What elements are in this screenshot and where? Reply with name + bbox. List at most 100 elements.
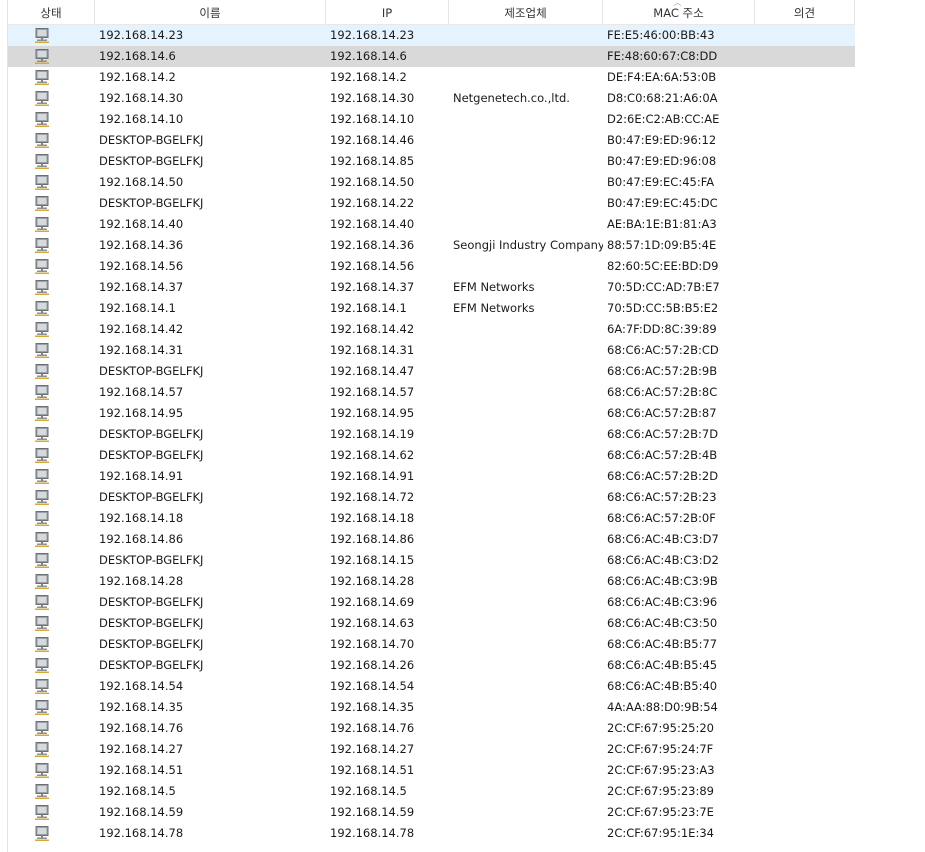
network-computer-icon	[34, 783, 50, 800]
device-row[interactable]: 192.168.14.6 192.168.14.6 FE:48:60:67:C8:D…	[8, 46, 855, 67]
device-row[interactable]: DESKTOP-BGELFKJ 192.168.14.22 B0:47:E9:EC:…	[8, 193, 925, 214]
device-row[interactable]: 192.168.14.18 192.168.14.18 68:C6:AC:57:2B…	[8, 508, 925, 529]
device-mac: D8:C0:68:21:A6:0A	[607, 91, 718, 105]
device-ip: 192.168.14.56	[330, 259, 415, 273]
column-header-status[interactable]: 상태	[8, 0, 95, 24]
device-row[interactable]: 192.168.14.5 192.168.14.5 2C:CF:67:95:23:8…	[8, 781, 925, 802]
device-note	[758, 130, 858, 151]
device-mac: 68:C6:AC:4B:B5:40	[607, 679, 718, 693]
device-row[interactable]: DESKTOP-BGELFKJ 192.168.14.70 68:C6:AC:4B:…	[8, 634, 925, 655]
device-note	[758, 88, 858, 109]
column-header-ip[interactable]: IP	[326, 0, 449, 24]
device-name: 192.168.14.36	[99, 238, 184, 252]
device-name: 192.168.14.42	[99, 322, 184, 336]
network-computer-icon	[34, 69, 50, 86]
network-computer-icon	[34, 384, 50, 401]
device-mac: AE:BA:1E:B1:81:A3	[607, 217, 717, 231]
device-ip: 192.168.14.78	[330, 826, 415, 840]
device-row[interactable]: DESKTOP-BGELFKJ 192.168.14.69 68:C6:AC:4B:…	[8, 592, 925, 613]
device-row[interactable]: DESKTOP-BGELFKJ 192.168.14.47 68:C6:AC:57:…	[8, 361, 925, 382]
device-ip: 192.168.14.40	[330, 217, 415, 231]
device-row[interactable]: DESKTOP-BGELFKJ 192.168.14.19 68:C6:AC:57:…	[8, 424, 925, 445]
device-row[interactable]: 192.168.14.95 192.168.14.95 68:C6:AC:57:2B…	[8, 403, 925, 424]
device-row[interactable]: 192.168.14.36 192.168.14.36 Seongji Indust…	[8, 235, 925, 256]
device-row[interactable]: 192.168.14.91 192.168.14.91 68:C6:AC:57:2B…	[8, 466, 925, 487]
device-note	[758, 613, 858, 634]
device-note	[758, 214, 858, 235]
device-row[interactable]: 192.168.14.51 192.168.14.51 2C:CF:67:95:23…	[8, 760, 925, 781]
network-computer-icon	[34, 468, 50, 485]
device-name: 192.168.14.10	[99, 112, 184, 126]
device-note	[758, 424, 858, 445]
device-row[interactable]: 192.168.14.42 192.168.14.42 6A:7F:DD:8C:39…	[8, 319, 925, 340]
device-mac: 68:C6:AC:57:2B:8C	[607, 385, 718, 399]
device-row[interactable]: 192.168.14.1 192.168.14.1 EFM Networks 70:5…	[8, 298, 925, 319]
network-computer-icon	[34, 216, 50, 233]
device-row[interactable]: DESKTOP-BGELFKJ 192.168.14.46 B0:47:E9:ED:…	[8, 130, 925, 151]
device-row[interactable]: 192.168.14.30 192.168.14.30 Netgenetech.co…	[8, 88, 925, 109]
device-row[interactable]: 192.168.14.23 192.168.14.23 FE:E5:46:00:BB…	[8, 25, 855, 46]
device-vendor	[453, 466, 603, 487]
device-row[interactable]: DESKTOP-BGELFKJ 192.168.14.15 68:C6:AC:4B:…	[8, 550, 925, 571]
device-row[interactable]: DESKTOP-BGELFKJ 192.168.14.72 68:C6:AC:57:…	[8, 487, 925, 508]
device-ip: 192.168.14.59	[330, 805, 415, 819]
network-computer-icon	[34, 300, 50, 317]
device-mac: 88:57:1D:09:B5:4E	[607, 238, 717, 252]
device-ip: 192.168.14.1	[330, 301, 407, 315]
device-note	[758, 466, 858, 487]
device-row[interactable]: DESKTOP-BGELFKJ 192.168.14.26 68:C6:AC:4B:…	[8, 655, 925, 676]
column-header-vendor[interactable]: 제조업체	[449, 0, 603, 24]
device-row[interactable]: 192.168.14.54 192.168.14.54 68:C6:AC:4B:B5…	[8, 676, 925, 697]
device-row[interactable]: 192.168.14.50 192.168.14.50 B0:47:E9:EC:45…	[8, 172, 925, 193]
device-ip: 192.168.14.42	[330, 322, 415, 336]
device-ip: 192.168.14.85	[330, 154, 415, 168]
device-row[interactable]: 192.168.14.37 192.168.14.37 EFM Networks 70…	[8, 277, 925, 298]
device-mac: D2:6E:C2:AB:CC:AE	[607, 112, 720, 126]
device-name: 192.168.14.59	[99, 805, 184, 819]
device-note	[758, 718, 858, 739]
device-list: 192.168.14.23 192.168.14.23 FE:E5:46:00:BB…	[8, 25, 925, 844]
device-mac: 2C:CF:67:95:1E:34	[607, 826, 714, 840]
device-row[interactable]: DESKTOP-BGELFKJ 192.168.14.62 68:C6:AC:57:…	[8, 445, 925, 466]
device-vendor: EFM Networks	[453, 301, 535, 315]
device-vendor	[453, 403, 603, 424]
device-vendor	[453, 739, 603, 760]
device-row[interactable]: 192.168.14.10 192.168.14.10 D2:6E:C2:AB:CC…	[8, 109, 925, 130]
device-ip: 192.168.14.76	[330, 721, 415, 735]
device-row[interactable]: 192.168.14.35 192.168.14.35 4A:AA:88:D0:9B…	[8, 697, 925, 718]
device-row[interactable]: 192.168.14.27 192.168.14.27 2C:CF:67:95:24…	[8, 739, 925, 760]
network-computer-icon	[34, 636, 50, 653]
device-row[interactable]: DESKTOP-BGELFKJ 192.168.14.85 B0:47:E9:ED:…	[8, 151, 925, 172]
device-ip: 192.168.14.6	[330, 49, 407, 63]
device-row[interactable]: 192.168.14.86 192.168.14.86 68:C6:AC:4B:C3…	[8, 529, 925, 550]
device-row[interactable]: 192.168.14.28 192.168.14.28 68:C6:AC:4B:C3…	[8, 571, 925, 592]
device-vendor	[453, 676, 603, 697]
device-row[interactable]: 192.168.14.56 192.168.14.56 82:60:5C:EE:BD…	[8, 256, 925, 277]
device-row[interactable]: 192.168.14.76 192.168.14.76 2C:CF:67:95:25…	[8, 718, 925, 739]
device-row[interactable]: 192.168.14.57 192.168.14.57 68:C6:AC:57:2B…	[8, 382, 925, 403]
device-row[interactable]: 192.168.14.78 192.168.14.78 2C:CF:67:95:1E…	[8, 823, 925, 844]
device-name: 192.168.14.37	[99, 280, 184, 294]
network-computer-icon	[34, 195, 50, 212]
device-note	[758, 529, 858, 550]
network-computer-icon	[34, 321, 50, 338]
device-row[interactable]: 192.168.14.2 192.168.14.2 DE:F4:EA:6A:53:0…	[8, 67, 925, 88]
column-header-name[interactable]: 이름	[95, 0, 326, 24]
device-name: 192.168.14.1	[99, 301, 176, 315]
device-mac: 68:C6:AC:57:2B:4B	[607, 448, 718, 462]
column-header-mac[interactable]: ︿ MAC 주소	[603, 0, 755, 24]
device-row[interactable]: DESKTOP-BGELFKJ 192.168.14.63 68:C6:AC:4B:…	[8, 613, 925, 634]
device-vendor: Seongji Industry Company	[453, 238, 603, 252]
device-row[interactable]: 192.168.14.59 192.168.14.59 2C:CF:67:95:23…	[8, 802, 925, 823]
device-name: 192.168.14.78	[99, 826, 184, 840]
column-header-note[interactable]: 의견	[755, 0, 855, 24]
device-name: 192.168.14.91	[99, 469, 184, 483]
device-mac: B0:47:E9:EC:45:FA	[607, 175, 715, 189]
device-row[interactable]: 192.168.14.40 192.168.14.40 AE:BA:1E:B1:81…	[8, 214, 925, 235]
device-note	[758, 340, 858, 361]
device-mac: 68:C6:AC:57:2B:0F	[607, 511, 716, 525]
device-row[interactable]: 192.168.14.31 192.168.14.31 68:C6:AC:57:2B…	[8, 340, 925, 361]
device-ip: 192.168.14.70	[330, 637, 415, 651]
device-vendor	[453, 256, 603, 277]
device-vendor	[453, 613, 603, 634]
